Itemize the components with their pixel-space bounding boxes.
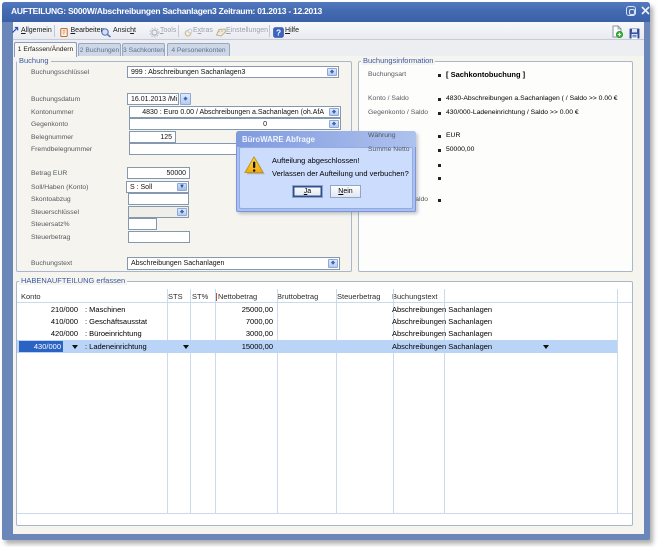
svg-text:?: ? [276,27,281,37]
